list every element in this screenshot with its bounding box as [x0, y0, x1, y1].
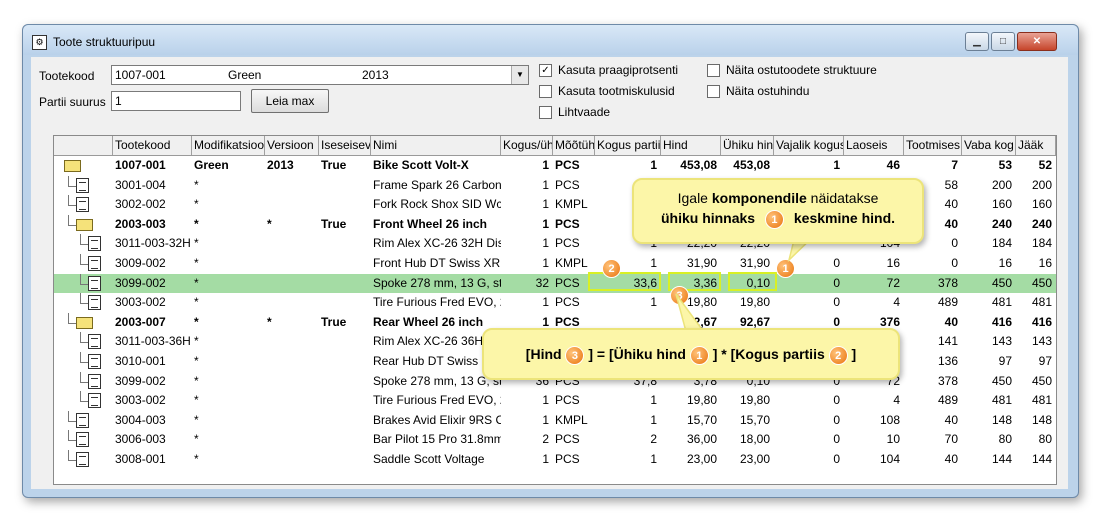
product-code-value: 1007-001: [115, 68, 166, 82]
tootekood-label: Tootekood: [39, 69, 95, 83]
chevron-down-icon[interactable]: ▼: [511, 66, 528, 84]
badge-1-icon: 1: [689, 345, 709, 365]
window-title: Toote struktuuripuu: [53, 35, 156, 49]
checkbox-icon: ✓: [539, 63, 552, 77]
version-value: 2013: [362, 68, 389, 82]
checkbox-icon: [539, 105, 552, 119]
badge-2-icon: 2: [828, 345, 848, 365]
modification-value: Green: [228, 68, 262, 82]
checkbox-icon: [707, 63, 720, 77]
option-show-purchase-prices[interactable]: Näita ostuhindu: [707, 84, 809, 98]
minimize-button[interactable]: ▁: [965, 32, 989, 51]
callout-line-2: ühiku hinnaks 1 keskmine hind.: [634, 210, 922, 229]
option-simple-view[interactable]: Lihtvaade: [539, 105, 610, 119]
callout-line-1: Igale komponendile näidatakse: [677, 190, 879, 206]
product-structure-window: ⚙ Toote struktuuripuu ▁ □ ✕ Tootekood 10…: [22, 24, 1079, 498]
batch-size-input[interactable]: 1: [111, 91, 241, 111]
option-show-purchased-structures[interactable]: Näita ostutoodete struktuure: [707, 63, 877, 77]
close-button[interactable]: ✕: [1017, 32, 1057, 51]
find-max-button[interactable]: Leia max: [251, 89, 329, 113]
badge-1-icon: 1: [764, 210, 784, 229]
badge-3-icon: 3: [565, 345, 585, 365]
checkbox-icon: [539, 84, 552, 98]
title-bar: ⚙ Toote struktuuripuu ▁ □ ✕: [23, 25, 1078, 55]
maximize-button[interactable]: □: [991, 32, 1015, 51]
callout-unit-price-note: Igale komponendile näidatakse ühiku hinn…: [632, 178, 924, 244]
checkbox-icon: [707, 84, 720, 98]
app-icon: ⚙: [32, 35, 47, 50]
option-production-costs[interactable]: Kasuta tootmiskulusid: [539, 84, 675, 98]
product-combo[interactable]: 1007-001 Green 2013: [111, 65, 529, 85]
client-area: Tootekood 1007-001 Green 2013 ▼ Partii s…: [31, 57, 1068, 489]
partii-label: Partii suurus: [39, 95, 106, 109]
callout-price-formula: [Hind 3 ] = [Ühiku hind 1 ] * [Kogus par…: [482, 328, 900, 380]
option-scrap-percent[interactable]: ✓ Kasuta praagiprotsenti: [539, 63, 678, 77]
